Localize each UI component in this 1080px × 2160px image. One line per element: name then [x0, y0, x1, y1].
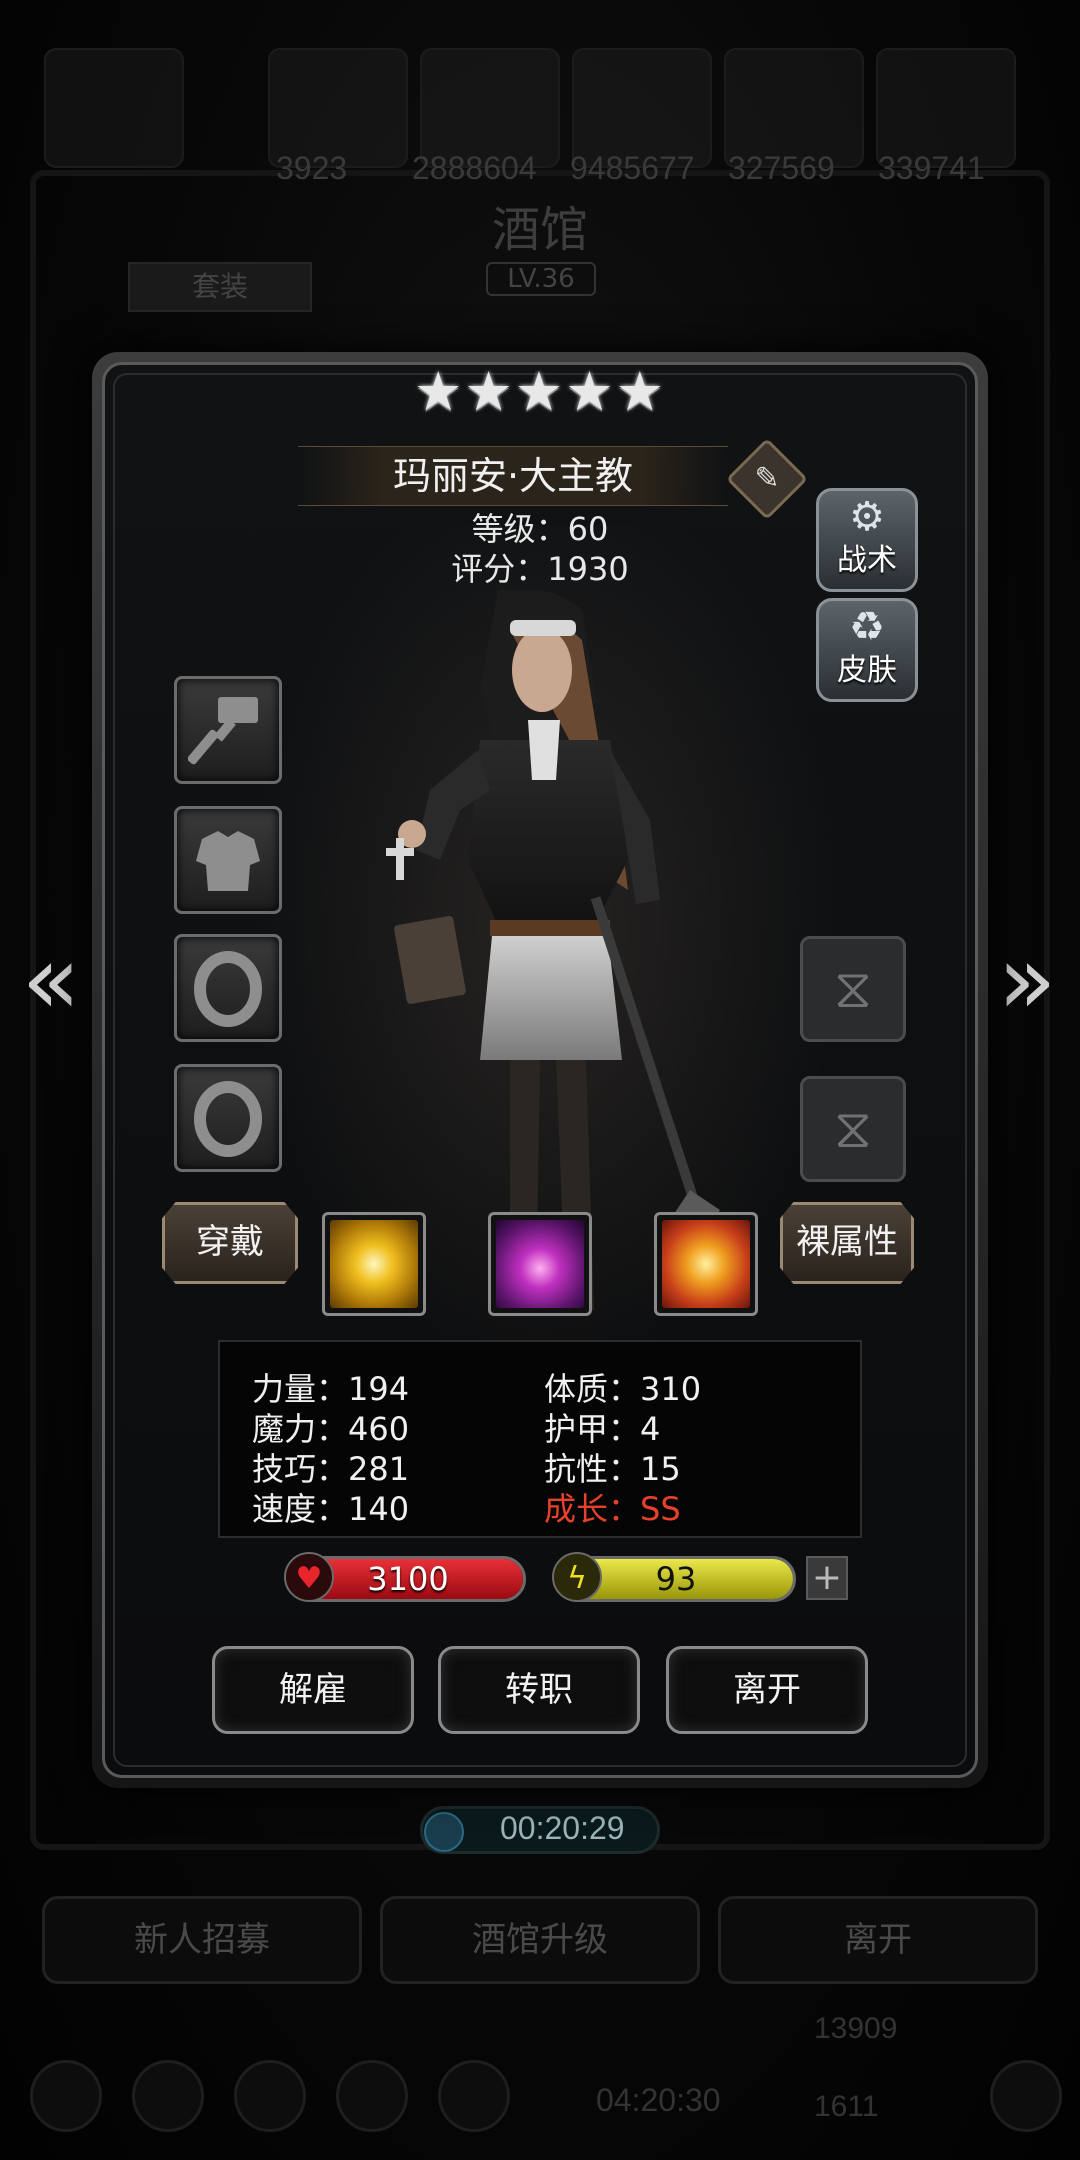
resource-count: 2888604: [412, 150, 537, 186]
menu-icon[interactable]: [336, 2060, 408, 2132]
empty-slot[interactable]: ⧖: [800, 1076, 906, 1182]
timer-text: 00:20:29: [500, 1810, 625, 1846]
ring-icon: [194, 1081, 262, 1157]
hourglass-icon: ⧖: [834, 1097, 872, 1160]
menu-icon[interactable]: [234, 2060, 306, 2132]
empty-slot[interactable]: ⧖: [800, 936, 906, 1042]
resource-count: 3923: [276, 150, 348, 186]
clock-icon: [424, 1812, 464, 1852]
suit-tab: 套装: [128, 262, 312, 312]
tactic-label: 战术: [837, 543, 897, 578]
timer-text: 04:20:30: [596, 2082, 721, 2118]
stat-growth: 成长：SS: [544, 1490, 681, 1528]
tavern-upgrade-button[interactable]: 酒馆升级: [380, 1896, 700, 1984]
pencil-icon: ✎: [754, 461, 780, 496]
name-plate: 玛丽安·大主教: [298, 446, 728, 506]
resource-count: 9485677: [570, 150, 695, 186]
resource-count: 327569: [728, 150, 835, 186]
resource-count: 1611: [814, 2090, 879, 2123]
shirt-icon: ♻: [849, 604, 885, 650]
armor-slot[interactable]: [174, 806, 282, 914]
menu-icon[interactable]: [990, 2060, 1062, 2132]
skill-icon-holy[interactable]: [654, 1212, 758, 1316]
recruit-button[interactable]: 新人招募: [42, 1896, 362, 1984]
stat-speed: 速度：140: [252, 1490, 410, 1528]
hourglass-icon: ⧖: [834, 957, 872, 1020]
prev-hero-button[interactable]: «: [14, 930, 88, 1030]
resource-count: 13909: [814, 2012, 898, 2045]
ring-slot-1[interactable]: [174, 934, 282, 1042]
heart-icon: ♥: [284, 1552, 334, 1602]
ring-icon: [194, 951, 262, 1027]
resource-slot: [44, 48, 184, 168]
armor-icon: [196, 831, 260, 891]
hero-score: 评分：1930: [451, 550, 629, 588]
add-energy-button[interactable]: +: [806, 1556, 848, 1600]
next-hero-button[interactable]: »: [990, 930, 1064, 1030]
tavern-level: LV.36: [486, 262, 596, 296]
lightning-icon: ϟ: [552, 1552, 602, 1602]
star-rating: ★★★★★: [413, 360, 667, 423]
tactic-button[interactable]: ⚙ 战术: [816, 488, 918, 592]
gear-icon: ⚙: [849, 494, 885, 540]
tavern-title: 酒馆: [491, 202, 588, 258]
chevron-left-icon: «: [21, 924, 81, 1036]
resource-count: 339741: [878, 150, 985, 186]
skin-label: 皮肤: [837, 653, 897, 688]
hero-portrait: [386, 590, 720, 1310]
chevron-right-icon: »: [997, 924, 1057, 1036]
weapon-slot[interactable]: [174, 676, 282, 784]
transfer-button[interactable]: 转职: [438, 1646, 640, 1734]
skill-icon-arcane[interactable]: [488, 1212, 592, 1316]
skill-icon-light[interactable]: [322, 1212, 426, 1316]
skin-button[interactable]: ♻ 皮肤: [816, 598, 918, 702]
menu-icon[interactable]: [132, 2060, 204, 2132]
leave-button[interactable]: 离开: [666, 1646, 868, 1734]
wear-button[interactable]: 穿戴: [162, 1202, 298, 1284]
ring-slot-2[interactable]: [174, 1064, 282, 1172]
tavern-leave-button[interactable]: 离开: [718, 1896, 1038, 1984]
menu-icon[interactable]: [30, 2060, 102, 2132]
naked-attr-button[interactable]: 裸属性: [780, 1202, 914, 1284]
menu-icon[interactable]: [438, 2060, 510, 2132]
hammer-icon: [187, 697, 258, 765]
hero-name: 玛丽安·大主教: [392, 454, 634, 498]
fire-button[interactable]: 解雇: [212, 1646, 414, 1734]
